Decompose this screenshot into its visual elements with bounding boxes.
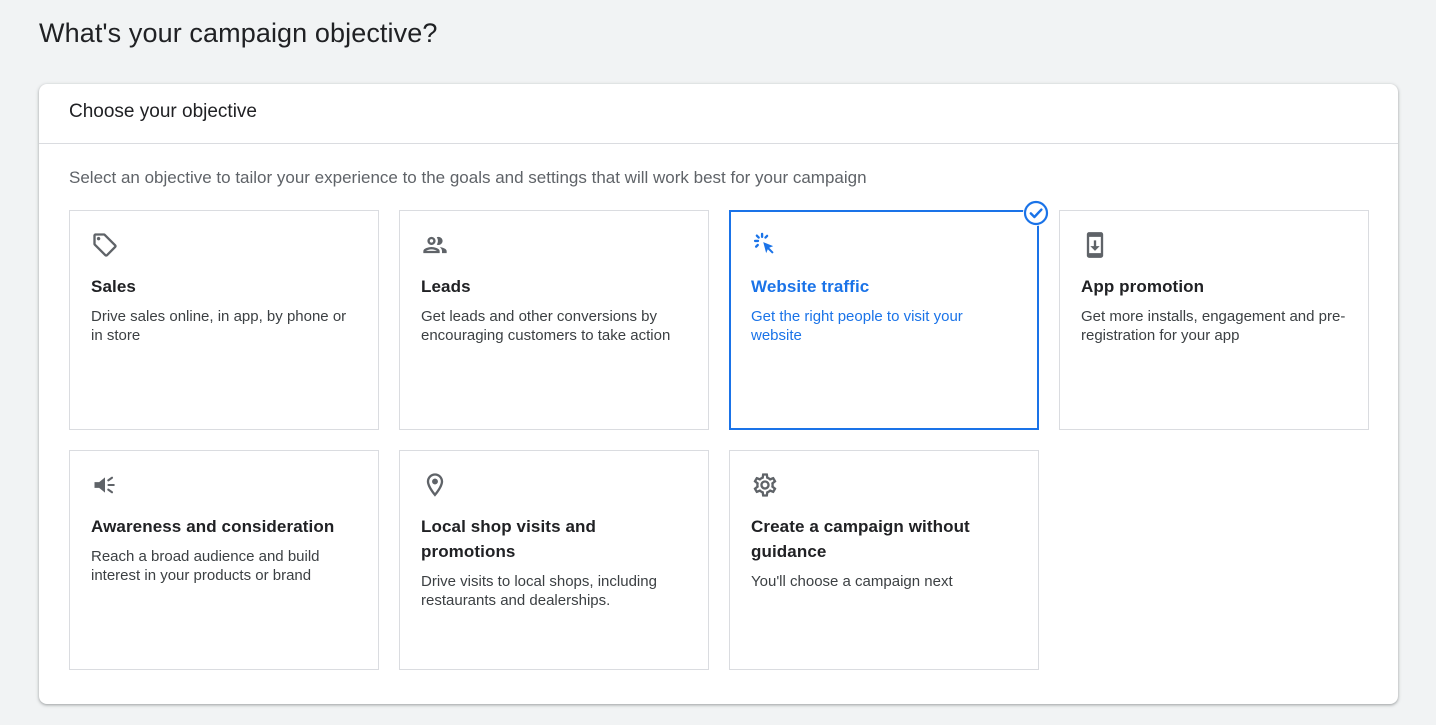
page-title: What's your campaign objective? xyxy=(39,18,438,48)
cursor-click-icon xyxy=(751,231,779,259)
objective-description: Reach a broad audience and build interes… xyxy=(91,548,320,584)
objective-title: Website traffic xyxy=(751,277,870,296)
objective-description: Get more installs, engagement and pre-re… xyxy=(1081,308,1346,344)
location-pin-icon xyxy=(421,471,449,499)
objective-description: Get the right people to visit your websi… xyxy=(751,308,963,344)
objective-tile-leads[interactable]: Leads Get leads and other conversions by… xyxy=(399,210,709,430)
objective-title: Local shop visits and promotions xyxy=(421,517,596,561)
objective-tile-awareness[interactable]: Awareness and consideration Reach a broa… xyxy=(69,450,379,670)
selected-check-icon xyxy=(1023,200,1049,226)
objective-title: App promotion xyxy=(1081,277,1205,296)
card-header: Choose your objective xyxy=(39,84,1398,144)
phone-download-icon xyxy=(1081,231,1109,259)
objective-description: Drive sales online, in app, by phone or … xyxy=(91,308,347,344)
objective-title: Sales xyxy=(91,277,136,296)
objective-card: Choose your objective Select an objectiv… xyxy=(39,84,1398,704)
objective-title: Leads xyxy=(421,277,471,296)
objective-title: Awareness and consideration xyxy=(91,517,335,536)
objective-description: Drive visits to local shops, including r… xyxy=(421,573,657,609)
people-icon xyxy=(421,231,449,259)
objective-title: Create a campaign without guidance xyxy=(751,517,970,561)
objective-tile-no-guidance[interactable]: Create a campaign without guidance You'l… xyxy=(729,450,1039,670)
megaphone-icon xyxy=(91,471,119,499)
gear-icon xyxy=(751,471,779,499)
objective-description: Get leads and other conversions by encou… xyxy=(421,308,671,344)
tag-icon xyxy=(91,231,119,259)
objective-tile-app-promotion[interactable]: App promotion Get more installs, engagem… xyxy=(1059,210,1369,430)
card-header-title: Choose your objective xyxy=(69,100,257,122)
objective-tile-website-traffic[interactable]: Website traffic Get the right people to … xyxy=(729,200,1049,430)
objective-tile-local-shop-visits[interactable]: Local shop visits and promotions Drive v… xyxy=(399,450,709,670)
objective-description: You'll choose a campaign next xyxy=(751,573,953,590)
objective-tile-sales[interactable]: Sales Drive sales online, in app, by pho… xyxy=(69,210,379,430)
objective-instructions: Select an objective to tailor your exper… xyxy=(69,168,867,187)
